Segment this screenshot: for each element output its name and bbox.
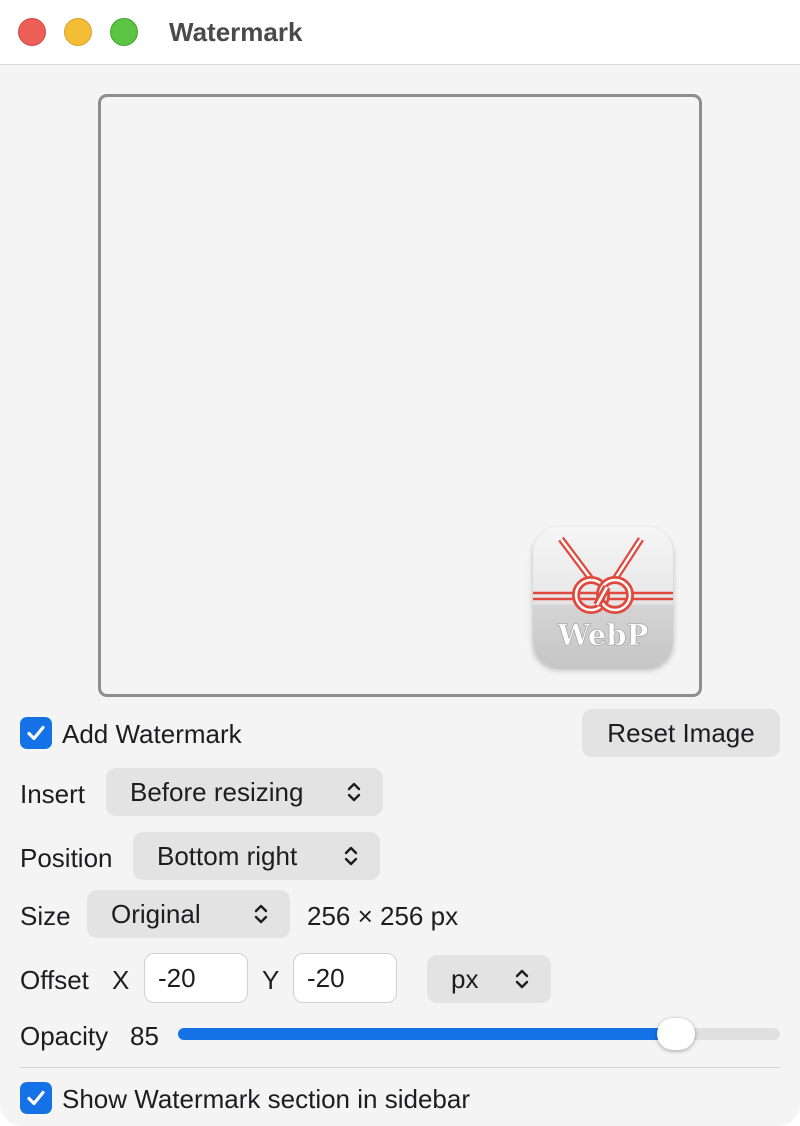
chevron-up-down-icon — [515, 969, 529, 989]
watermark-image-well[interactable]: WebP — [98, 94, 702, 697]
insert-label: Insert — [20, 779, 86, 809]
insert-popup[interactable]: Before resizing — [106, 768, 383, 816]
offset-y-value: -20 — [307, 962, 345, 993]
offset-x-value: -20 — [158, 962, 196, 993]
position-popup[interactable]: Bottom right — [133, 832, 380, 880]
chevron-up-down-icon — [344, 846, 358, 866]
offset-x-field[interactable]: -20 — [144, 953, 248, 1003]
size-value: Original — [111, 898, 201, 929]
webp-logo-text: WebP — [557, 618, 649, 652]
window-title: Watermark — [169, 17, 303, 47]
position-label: Position — [20, 843, 113, 873]
divider — [20, 1067, 780, 1068]
add-watermark-label: Add Watermark — [62, 719, 242, 749]
webp-knot-icon: WebP — [533, 527, 673, 667]
show-in-sidebar-checkbox[interactable] — [20, 1082, 52, 1114]
checkmark-icon — [27, 725, 45, 741]
insert-value: Before resizing — [130, 776, 304, 807]
offset-unit-value: px — [451, 963, 479, 994]
minimize-window-button[interactable] — [64, 18, 92, 46]
close-window-button[interactable] — [18, 18, 46, 46]
offset-unit-popup[interactable]: px — [427, 955, 551, 1003]
show-in-sidebar-label: Show Watermark section in sidebar — [62, 1084, 470, 1114]
checkmark-icon — [27, 1090, 45, 1106]
offset-y-label: Y — [262, 965, 280, 995]
opacity-value: 85 — [130, 1021, 159, 1051]
watermark-window: Watermark WebP Add Watermark Reset Image… — [0, 0, 800, 1126]
size-popup[interactable]: Original — [87, 890, 290, 938]
opacity-slider-fill — [178, 1028, 677, 1040]
size-dimensions: 256 × 256 px — [307, 901, 459, 931]
opacity-slider[interactable] — [178, 1018, 780, 1050]
opacity-slider-knob[interactable] — [657, 1018, 696, 1050]
offset-y-field[interactable]: -20 — [293, 953, 397, 1003]
reset-image-button[interactable]: Reset Image — [582, 709, 780, 757]
size-label: Size — [20, 901, 71, 931]
chevron-up-down-icon — [254, 904, 268, 924]
position-value: Bottom right — [157, 840, 298, 871]
add-watermark-checkbox[interactable] — [20, 717, 52, 749]
offset-x-label: X — [112, 965, 130, 995]
chevron-up-down-icon — [347, 782, 361, 802]
offset-label: Offset — [20, 965, 89, 995]
opacity-label: Opacity — [20, 1021, 109, 1051]
title-bar[interactable]: Watermark — [0, 0, 800, 65]
zoom-window-button[interactable] — [110, 18, 138, 46]
